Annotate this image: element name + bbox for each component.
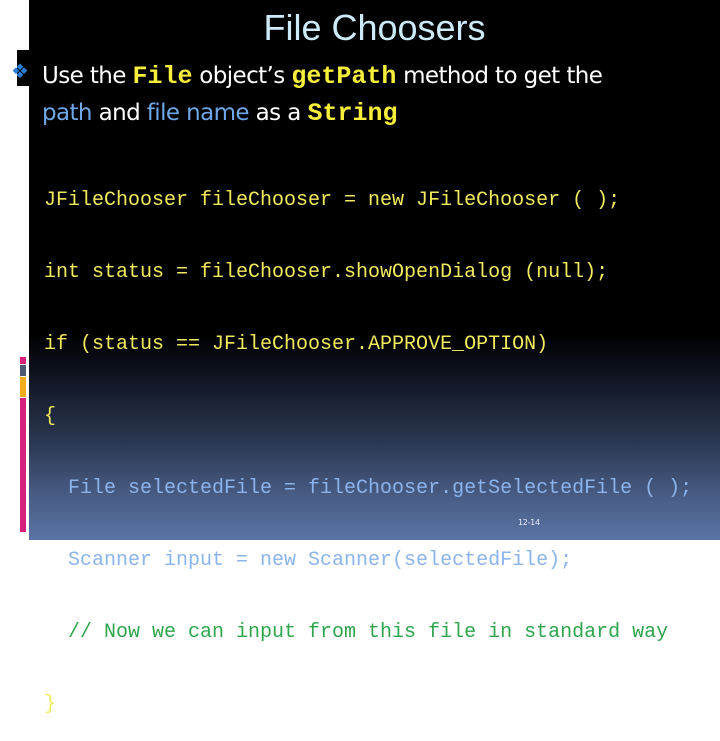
- accent-strip-magenta-bottom: [20, 398, 26, 532]
- accent-strip-magenta-top: [20, 357, 26, 364]
- code-line: File selectedFile = fileChooser.getSelec…: [44, 477, 693, 500]
- page-number: 12-14: [518, 518, 540, 527]
- bullet-segment: object’s: [192, 63, 292, 89]
- bullet-code-getpath: getPath: [291, 62, 397, 91]
- code-line: JFileChooser fileChooser = new JFileChoo…: [44, 189, 621, 212]
- accent-strip-orange: [20, 377, 26, 397]
- code-line: {: [44, 405, 57, 428]
- bullet-segment: method to get the: [396, 63, 603, 89]
- accent-strip-gray: [20, 365, 26, 376]
- code-line: Scanner input = new Scanner(selectedFile…: [44, 549, 573, 572]
- bullet-highlight-file-name: file name: [146, 100, 250, 126]
- bullet-code-file: File: [132, 62, 193, 91]
- slide-title: File Choosers: [263, 7, 486, 48]
- code-comment-line: // Now we can input from this file in st…: [44, 621, 669, 644]
- code-line: }: [44, 693, 57, 716]
- code-line: if (status == JFileChooser.APPROVE_OPTIO…: [44, 333, 549, 356]
- four-diamond-bullet-icon: ❖: [11, 59, 29, 83]
- bullet-highlight-path: path: [42, 100, 92, 126]
- bullet-segment: Use the: [42, 63, 133, 89]
- bullet-segment: as a: [248, 100, 308, 126]
- code-block: JFileChooser fileChooser = new JFileChoo…: [44, 141, 692, 741]
- bullet-text: Use the File object’s getPath method to …: [42, 58, 702, 132]
- bullet-segment: and: [91, 100, 147, 126]
- code-line: int status = fileChooser.showOpenDialog …: [44, 261, 609, 284]
- bullet-code-string: String: [307, 99, 398, 128]
